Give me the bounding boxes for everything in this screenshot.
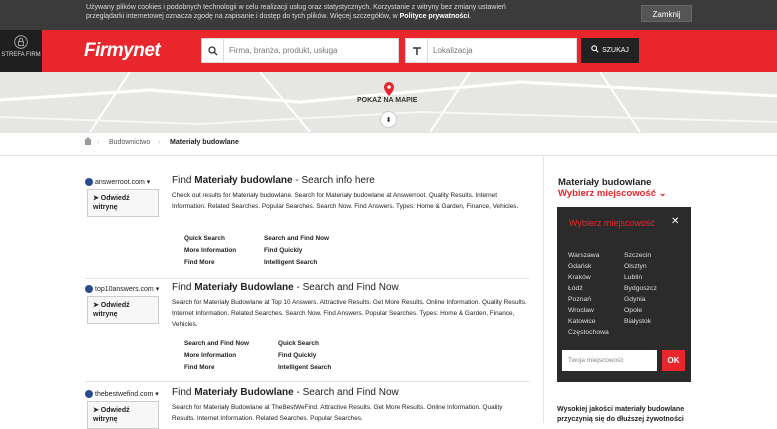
- result-domain: top10answers.com ▾: [95, 286, 160, 293]
- city-link[interactable]: Lublin: [624, 274, 642, 281]
- result-source[interactable]: top10answers.com ▾: [85, 285, 159, 293]
- close-icon[interactable]: ✕: [671, 216, 679, 227]
- result-title-part: - Search and Find Now: [293, 282, 399, 293]
- city-link[interactable]: Gdańsk: [568, 263, 591, 270]
- city-ok-button[interactable]: OK: [662, 350, 685, 371]
- result-divider: [85, 381, 530, 382]
- sitelink[interactable]: Search and Find Now: [264, 235, 329, 242]
- cookie-close-button[interactable]: Zamknij: [641, 5, 692, 22]
- city-link[interactable]: Częstochowa: [568, 329, 609, 336]
- search-result: answerroot.com ▾ ➤ Odwiedź witrynę Find …: [85, 175, 530, 278]
- city-link[interactable]: Warszawa: [568, 252, 599, 259]
- result-description: Search for Materiały Budowlane at TheBes…: [172, 404, 503, 422]
- search-icon: [202, 39, 224, 62]
- site-favicon-icon: [85, 285, 93, 293]
- result-title-part: - Search and Find Now: [293, 387, 399, 398]
- result-source[interactable]: answerroot.com ▾: [85, 178, 150, 186]
- city-link[interactable]: Wrocław: [568, 307, 594, 314]
- city-select-toggle[interactable]: Wybierz miejscowość ⌄: [558, 188, 667, 199]
- cookie-text: Używany plików cookies i podobnych techn…: [86, 3, 526, 21]
- result-divider: [85, 278, 530, 279]
- breadcrumb-current: Materiały budowlane: [170, 139, 239, 146]
- expand-map-icon[interactable]: ⬍: [380, 111, 397, 128]
- city-link[interactable]: Łódź: [568, 285, 583, 292]
- result-title-keyword: Materiały budowlane: [194, 175, 293, 186]
- breadcrumb-budownictwo[interactable]: Budownictwo: [109, 136, 150, 150]
- privacy-policy-link[interactable]: Polityce prywatności: [400, 13, 470, 20]
- search-input[interactable]: Firma, branża, produkt, usługa: [201, 38, 399, 63]
- sitelink[interactable]: Intelligent Search: [278, 364, 331, 371]
- search-button[interactable]: SZUKAJ: [581, 38, 639, 63]
- sitelink[interactable]: Quick Search: [184, 233, 264, 245]
- home-icon[interactable]: [84, 137, 92, 145]
- city-link[interactable]: Gdynia: [624, 296, 646, 303]
- sitelink[interactable]: Intelligent Search: [264, 259, 317, 266]
- strefa-firm-button[interactable]: STREFA FIRM: [0, 30, 42, 72]
- cookie-message-end: .: [469, 13, 472, 20]
- city-picker-title: Wybierz miejscowość: [569, 218, 655, 228]
- result-sitelinks: Quick Search Search and Find Now More Inf…: [184, 233, 329, 269]
- city-link[interactable]: Białystok: [624, 318, 651, 325]
- search-result: top10answers.com ▾ ➤ Odwiedź witrynę Fin…: [85, 282, 530, 380]
- result-description: Check out results for Materiały budowlan…: [172, 192, 519, 210]
- result-title-keyword: Materiały Budowlane: [194, 282, 294, 293]
- search-button-icon: [591, 45, 599, 53]
- sidebar-title: Materiały budowlane: [558, 177, 652, 188]
- strefa-firm-label: STREFA FIRM: [1, 52, 41, 58]
- result-title[interactable]: Find Materiały Budowlane - Search and Fi…: [172, 387, 399, 398]
- result-sitelinks: Search and Find Now Quick Search More Inf…: [184, 338, 331, 374]
- sidebar-divider: [543, 157, 544, 423]
- result-title[interactable]: Find Materiały budowlane - Search info h…: [172, 175, 375, 186]
- location-placeholder: Lokalizacja: [433, 46, 473, 55]
- site-favicon-icon: [85, 178, 93, 186]
- location-filter-icon: [406, 39, 428, 62]
- breadcrumb-separator-icon: ›: [97, 139, 100, 146]
- site-logo[interactable]: Firmynet: [84, 40, 161, 62]
- city-link[interactable]: Opole: [624, 307, 642, 314]
- sitelink[interactable]: Find More: [184, 257, 264, 269]
- cookie-banner: Używany plików cookies i podobnych techn…: [0, 0, 777, 30]
- city-link[interactable]: Olsztyn: [624, 263, 647, 270]
- location-input[interactable]: Lokalizacja: [405, 38, 577, 63]
- site-favicon-icon: [85, 390, 93, 398]
- visit-site-button[interactable]: ➤ Odwiedź witrynę: [87, 189, 159, 217]
- sitelink[interactable]: Find Quickly: [278, 352, 316, 359]
- sidebar-description: Wysokiej jakości materiały budowlane prz…: [557, 406, 685, 423]
- breadcrumb: › Budownictwo › Materiały budowlane: [0, 132, 777, 156]
- result-title-keyword: Materiały Budowlane: [194, 387, 294, 398]
- city-link[interactable]: Kraków: [568, 274, 591, 281]
- city-picker-panel: Wybierz miejscowość ✕ Warszawa Gdańsk Kr…: [557, 207, 691, 382]
- map-pin-icon: [384, 82, 394, 96]
- visit-site-button[interactable]: ➤ Odwiedź witrynę: [87, 296, 159, 324]
- city-link[interactable]: Katowice: [568, 318, 596, 325]
- lock-icon: [14, 35, 28, 49]
- result-title-part: Find: [172, 175, 195, 186]
- sitelink[interactable]: Search and Find Now: [184, 338, 278, 350]
- result-source[interactable]: thebestwefind.com ▾: [85, 390, 159, 398]
- result-domain: answerroot.com ▾: [95, 179, 151, 186]
- result-domain: thebestwefind.com ▾: [95, 391, 159, 398]
- city-input[interactable]: Twoja miejscowość: [562, 350, 657, 371]
- visit-site-button[interactable]: ➤ Odwiedź witrynę: [87, 401, 159, 429]
- sitelink[interactable]: More Information: [184, 350, 278, 362]
- result-title[interactable]: Find Materiały Budowlane - Search and Fi…: [172, 282, 399, 293]
- sitelink[interactable]: Find More: [184, 362, 278, 374]
- sitelink[interactable]: Find Quickly: [264, 247, 302, 254]
- result-title-part: Find: [172, 387, 195, 398]
- city-link[interactable]: Bydgoszcz: [624, 285, 657, 292]
- show-map-link[interactable]: POKAŻ NA MAPIE: [357, 97, 417, 104]
- city-link[interactable]: Szczecin: [624, 252, 651, 259]
- result-title-part: - Search info here: [292, 175, 375, 186]
- breadcrumb-separator-icon: ›: [158, 139, 161, 146]
- city-link[interactable]: Poznań: [568, 296, 591, 303]
- sitelink[interactable]: Quick Search: [278, 340, 319, 347]
- search-result: thebestwefind.com ▾ ➤ Odwiedź witrynę Fi…: [85, 387, 530, 429]
- result-title-part: Find: [172, 282, 195, 293]
- search-button-label: SZUKAJ: [602, 47, 629, 54]
- sitelink[interactable]: More Information: [184, 245, 264, 257]
- search-placeholder: Firma, branża, produkt, usługa: [229, 46, 338, 55]
- result-description: Search for Materiały Budowlane at Top 10…: [172, 299, 527, 328]
